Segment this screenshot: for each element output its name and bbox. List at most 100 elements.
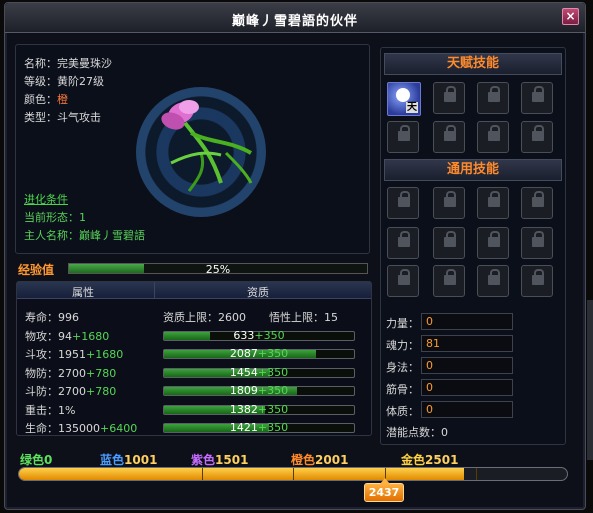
quality-value: 1454+350 <box>229 365 289 379</box>
lock-icon <box>398 231 410 247</box>
tier-label: 蓝色1001 <box>100 453 158 467</box>
stat-row-6: 生命：135000+6400 <box>25 420 137 436</box>
quality-cap-value: 2600 <box>218 311 246 324</box>
pet-type-line: 类型：斗气攻击 <box>24 109 101 125</box>
tier-label: 金色2501 <box>401 453 459 467</box>
talent-skill-slot[interactable] <box>477 121 509 153</box>
owner-value: 巅峰丿雪碧語 <box>79 229 145 242</box>
wisdom-cap: 悟性上限：15 <box>269 309 338 325</box>
property-value-field[interactable]: 0 <box>421 379 513 396</box>
stat-bonus: +1680 <box>86 348 124 361</box>
general-skill-slot[interactable] <box>433 227 465 259</box>
attribute-panel: 属性 资质 资质上限：2600 悟性上限：15 寿命：996 物攻：94+1680… <box>16 281 372 436</box>
experience-label: 经验值 <box>18 263 55 277</box>
property-label: 魂力： <box>386 339 419 352</box>
quality-value: 633+350 <box>233 328 285 342</box>
talent-skill-slot[interactable] <box>477 82 509 114</box>
pet-model-flower <box>161 100 253 192</box>
general-skill-slot[interactable] <box>477 227 509 259</box>
lock-icon <box>444 269 456 285</box>
general-skill-slot[interactable] <box>433 265 465 297</box>
stat-name: 物防： <box>25 366 58 380</box>
property-row: 体质： 0 <box>386 401 516 419</box>
stat-name: 寿命： <box>25 311 58 324</box>
property-label: 筋骨： <box>386 383 419 396</box>
property-value-field[interactable]: 0 <box>421 357 513 374</box>
pet-level-value: 黄阶27级 <box>57 75 104 88</box>
pet-color-label: 颜色： <box>24 93 57 106</box>
lock-icon <box>532 191 544 207</box>
talent-skill-slot[interactable] <box>433 82 465 114</box>
property-value-field[interactable]: 81 <box>421 335 513 352</box>
owner-line: 主人名称：巅峰丿雪碧語 <box>24 227 145 243</box>
stat-bonus: +780 <box>86 385 117 398</box>
talent-skill-icon[interactable]: 天 <box>387 82 421 116</box>
pet-color-line: 颜色：橙 <box>24 91 68 107</box>
quality-value: 1421+350 <box>229 421 289 434</box>
talent-skill-slot[interactable] <box>521 121 553 153</box>
stat-base: 1% <box>58 403 76 417</box>
quality-bar: 1454+350 <box>163 365 355 379</box>
header-divider <box>154 282 155 299</box>
tier-label: 紫色1501 <box>191 453 249 467</box>
talent-skills-heading: 天赋技能 <box>384 53 562 75</box>
talent-skill-slot[interactable] <box>433 121 465 153</box>
general-skills-heading: 通用技能 <box>384 159 562 181</box>
stat-bonus: +1680 <box>72 329 110 343</box>
experience-row: 经验值 25% <box>18 261 370 277</box>
owner-label: 主人名称： <box>24 229 79 242</box>
property-value-field[interactable]: 0 <box>421 313 513 330</box>
tier-divider <box>475 468 477 480</box>
pet-info-panel: 名称：完美曼珠沙 等级：黄阶27级 颜色：橙 类型：斗气攻击 进化条件 当前形态… <box>15 44 370 254</box>
lock-icon <box>488 231 500 247</box>
stat-base: 996 <box>58 311 79 324</box>
general-skill-slot[interactable] <box>387 227 419 259</box>
lock-icon <box>444 231 456 247</box>
general-skill-slot[interactable] <box>387 265 419 297</box>
talent-skill-slot[interactable] <box>521 82 553 114</box>
quality-bar: 2087+350 <box>163 347 355 360</box>
general-skill-slot[interactable] <box>477 187 509 219</box>
lock-icon <box>398 269 410 285</box>
lock-icon <box>398 125 410 141</box>
stat-name: 生命： <box>25 422 58 435</box>
stat-bonus: +780 <box>86 366 117 380</box>
lock-icon <box>532 125 544 141</box>
pet-level-label: 等级： <box>24 75 57 88</box>
general-skill-slot[interactable] <box>521 227 553 259</box>
stat-name: 物攻： <box>25 329 58 343</box>
general-skill-slot[interactable] <box>521 187 553 219</box>
stat-row-1: 物攻：94+1680 <box>25 328 109 344</box>
property-row: 身法： 0 <box>386 357 516 375</box>
stat-name: 斗防： <box>25 385 58 398</box>
quality-value: 2087+350 <box>229 347 289 360</box>
potential-points: 潜能点数：0 <box>386 424 448 440</box>
experience-bar: 25% <box>68 263 368 276</box>
quality-bar: 633+350 <box>163 328 355 342</box>
property-row: 力量： 0 <box>386 313 516 331</box>
lock-icon <box>444 125 456 141</box>
stat-row-4: 斗防：2700+780 <box>25 383 116 399</box>
talent-skill-slot[interactable] <box>387 121 419 153</box>
lock-icon <box>398 191 410 207</box>
property-value-field[interactable]: 0 <box>421 401 513 418</box>
pet-name-line: 名称：完美曼珠沙 <box>24 55 112 71</box>
quality-bar: 1421+350 <box>163 421 355 434</box>
lock-icon <box>488 191 500 207</box>
pet-name-value: 完美曼珠沙 <box>57 57 112 70</box>
stat-row-5: 重击：1% <box>25 402 75 418</box>
stat-base: 135000 <box>58 422 100 435</box>
quality-bar: 1809+350 <box>163 384 355 397</box>
close-button[interactable]: × <box>562 8 579 25</box>
title-bar[interactable]: 巅峰丿雪碧語的伙伴 × <box>5 3 585 33</box>
general-skill-slot[interactable] <box>387 187 419 219</box>
potential-points-value: 0 <box>441 426 448 439</box>
general-skill-slot[interactable] <box>521 265 553 297</box>
stat-bonus: +6400 <box>100 422 138 435</box>
evolve-conditions-link[interactable]: 进化条件 <box>24 193 68 206</box>
general-skill-slot[interactable] <box>477 265 509 297</box>
general-skill-slot[interactable] <box>433 187 465 219</box>
tier-label: 绿色0 <box>20 453 53 467</box>
form-line: 当前形态：1 <box>24 209 86 225</box>
form-value: 1 <box>79 211 86 224</box>
